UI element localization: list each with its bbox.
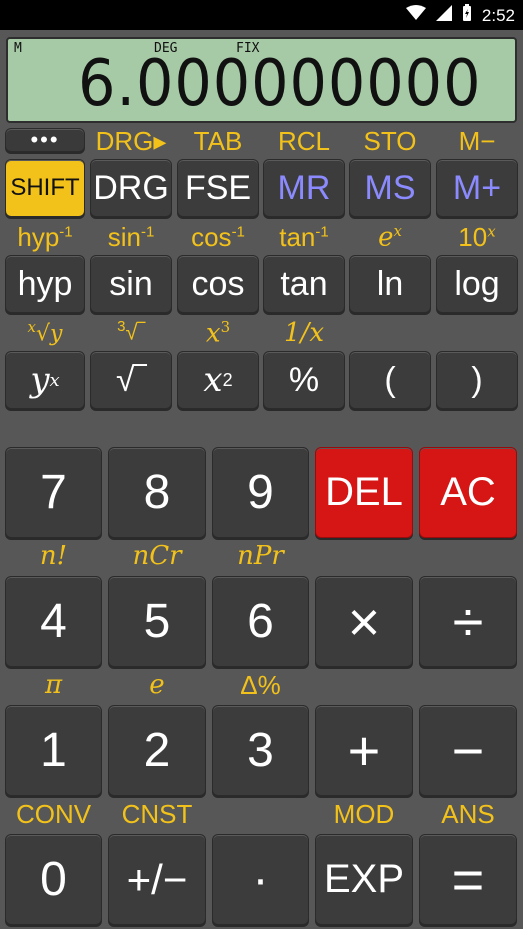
divide-button[interactable]: ÷ [419,576,517,667]
label-sto: STO [363,126,417,156]
label-tab: TAB [193,126,243,156]
label-arccos: cos-1 [191,222,245,252]
label-mod: MOD [333,799,395,829]
digit-0-button[interactable]: 0 [5,834,102,925]
label-factorial: n! [39,541,68,571]
label-permutation: nPr [237,541,284,571]
label-cube-root: 3√‾ [117,318,145,345]
multiply-button[interactable]: × [315,576,413,667]
label-hyp-inverse: hyp-1 [17,222,73,252]
digit-6-button[interactable]: 6 [212,576,309,667]
label-exp-x: ex [378,222,402,253]
delete-button[interactable]: DEL [315,447,413,538]
square-button[interactable]: x2 [177,351,259,409]
label-x-cubed: x3 [205,318,231,349]
label-m-minus: M− [458,126,496,156]
digit-9-button[interactable]: 9 [212,447,309,538]
tan-button[interactable]: tan [263,255,345,313]
power-button[interactable]: yx [5,351,85,409]
exp-button[interactable]: EXP [315,834,413,925]
label-arcsin: sin-1 [107,222,155,252]
menu-button[interactable]: ••• [5,127,85,152]
label-ten-power-x: 10x [458,222,496,252]
cos-button[interactable]: cos [177,255,259,313]
open-paren-button[interactable]: ( [349,351,431,409]
label-xth-root: x√y [27,318,63,347]
close-paren-button[interactable]: ) [436,351,518,409]
label-cnst: CNST [121,799,193,829]
decimal-point-button[interactable]: · [212,834,309,925]
label-reciprocal: 1/x [284,318,324,348]
m-plus-button[interactable]: M+ [436,159,518,217]
status-bar: 2:52 [0,0,523,30]
sin-button[interactable]: sin [90,255,172,313]
clock: 2:52 [481,5,515,25]
digit-3-button[interactable]: 3 [212,705,309,796]
signal-icon [435,5,452,26]
ms-button[interactable]: MS [349,159,431,217]
digit-7-button[interactable]: 7 [5,447,102,538]
label-rcl: RCL [277,126,330,156]
display-value: 6.000000000 [78,47,482,121]
percent-button[interactable]: % [263,351,345,409]
label-arctan: tan-1 [279,222,329,252]
label-delta-percent: Δ% [240,670,281,700]
hyp-button[interactable]: hyp [5,255,85,313]
label-combination: nCr [132,541,182,571]
wifi-icon [405,5,426,26]
plus-button[interactable]: + [315,705,413,796]
sign-toggle-button[interactable]: +/− [108,834,206,925]
label-pi: π [44,670,63,700]
digit-8-button[interactable]: 8 [108,447,206,538]
label-ans: ANS [441,799,495,829]
minus-button[interactable]: − [419,705,517,796]
shift-button[interactable]: SHIFT [5,159,85,217]
memory-indicator: M [14,41,22,56]
battery-icon [462,4,472,27]
fse-button[interactable]: FSE [177,159,259,217]
all-clear-button[interactable]: AC [419,447,517,538]
ln-button[interactable]: ln [349,255,431,313]
label-conv: CONV [15,799,92,829]
log-button[interactable]: log [436,255,518,313]
digit-2-button[interactable]: 2 [108,705,206,796]
digit-4-button[interactable]: 4 [5,576,102,667]
drg-button[interactable]: DRG [90,159,172,217]
calculator-display: M DEG FIX 6.000000000 [6,37,517,123]
digit-1-button[interactable]: 1 [5,705,102,796]
label-drg-convert: DRG▸ [95,126,167,156]
digit-5-button[interactable]: 5 [108,576,206,667]
equals-button[interactable]: = [419,834,517,925]
mr-button[interactable]: MR [263,159,345,217]
label-euler: e [149,670,165,700]
square-root-button[interactable]: √‾ [90,351,172,409]
